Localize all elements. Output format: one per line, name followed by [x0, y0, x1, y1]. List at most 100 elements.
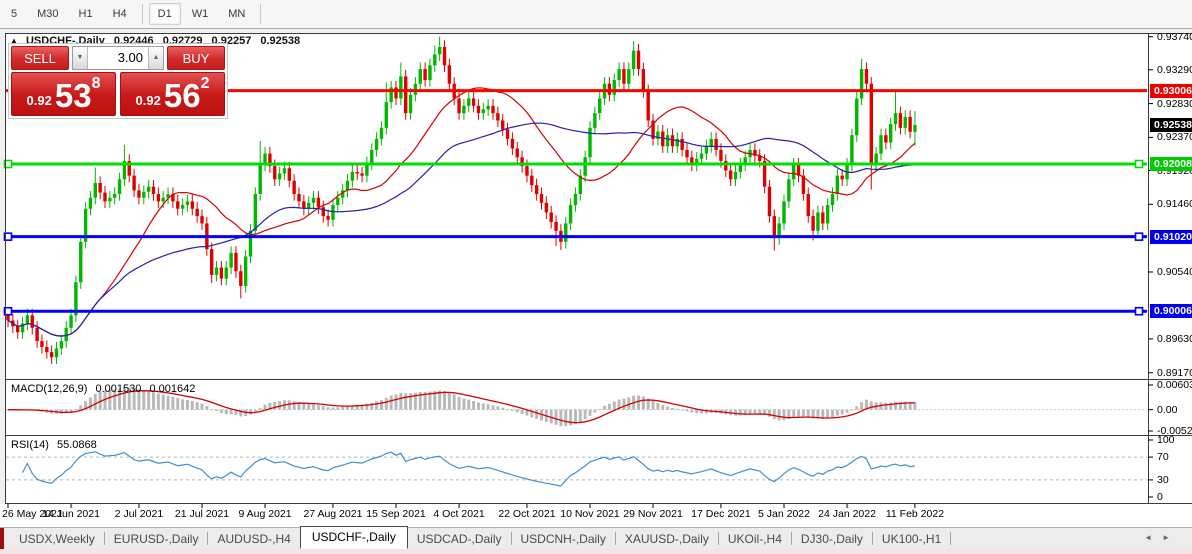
candle-body [835, 175, 840, 195]
candle-body [418, 69, 422, 84]
candle-body [821, 212, 825, 224]
candle-body [146, 186, 151, 192]
candle-body [879, 135, 883, 154]
rsi-panel-surface[interactable] [6, 436, 1148, 503]
chart-tab-eurusd-daily[interactable]: EURUSD-,Daily [105, 530, 208, 548]
candle-body [433, 54, 437, 66]
macd-bar [506, 409, 510, 410]
candle-body [117, 179, 122, 195]
price-badge-0.93006: 0.93006 [1150, 83, 1192, 98]
macd-bar [156, 393, 160, 410]
sell-button[interactable]: SELL [11, 46, 69, 70]
candle-body [142, 191, 146, 198]
macd-bar [171, 396, 175, 410]
chart-tab-usdcnh-daily[interactable]: USDCNH-,Daily [512, 530, 615, 548]
chart-tab-usdx-weekly[interactable]: USDX,Weekly [10, 530, 104, 548]
candle-body [816, 212, 820, 231]
buy-price-display[interactable]: 0.92 56 2 [120, 72, 225, 116]
buy-button[interactable]: BUY [167, 46, 225, 70]
chart-tab-xauusd-daily[interactable]: XAUUSD-,Daily [616, 530, 718, 548]
macd-bar [797, 409, 801, 417]
macd-bar [273, 401, 277, 410]
macd-bar [869, 401, 873, 410]
macd-bar [258, 408, 262, 410]
sell-price-display[interactable]: 0.92 53 8 [11, 72, 116, 116]
level-line-handle[interactable] [1134, 159, 1144, 169]
level-line-handle[interactable] [1134, 232, 1144, 241]
macd-bar [394, 394, 398, 410]
volume-input[interactable]: 3.00 [88, 47, 148, 69]
chart-tab-ukoil-h4[interactable]: UKOil-,H4 [719, 530, 791, 548]
timeframe-button-W1[interactable]: W1 [183, 3, 218, 25]
candle-body [243, 256, 248, 286]
macd-bar [510, 409, 514, 411]
macd-bar [889, 402, 893, 410]
timeframe-button-MN[interactable]: MN [219, 3, 254, 25]
price-tick-label: 0.92830 [1157, 97, 1192, 110]
candle-body [728, 170, 733, 180]
macd-bar [840, 409, 844, 415]
macd-bar [535, 409, 539, 419]
tab-scroll-right-icon[interactable]: ► [1162, 533, 1170, 542]
date-label: 4 Oct 2021 [433, 508, 485, 520]
macd-bar [399, 392, 403, 410]
macd-bar [520, 409, 524, 415]
buy-price-pip: 2 [200, 75, 210, 92]
candle-body [384, 102, 388, 128]
timeframe-button-H1[interactable]: H1 [70, 3, 102, 25]
candle-body [176, 201, 180, 209]
candle-body [258, 164, 262, 195]
price-tick-label: 0.90540 [1157, 265, 1192, 278]
macd-bar [88, 397, 92, 410]
macd-bar [462, 398, 466, 410]
chart-tab-usdcad-daily[interactable]: USDCAD-,Daily [408, 530, 511, 548]
timeframe-button-H4[interactable]: H4 [104, 3, 136, 25]
candle-body [277, 173, 282, 180]
macd-bar [69, 409, 73, 412]
tab-separator [950, 532, 952, 545]
date-label: 24 Jan 2022 [818, 508, 876, 520]
candle-body [331, 205, 335, 220]
macd-indicator-label: MACD(12,26,9) 0.001530 0.001642 [11, 383, 200, 395]
macd-bar [578, 409, 582, 422]
volume-decrease-button[interactable]: ▼ [73, 47, 88, 69]
macd-bar [181, 399, 185, 410]
candle-body [447, 65, 452, 84]
chart-tab-dj30-daily[interactable]: DJ30-,Daily [792, 530, 872, 548]
macd-bar [593, 409, 597, 413]
candle-body [573, 194, 578, 206]
macd-bar [734, 409, 737, 416]
macd-bar [457, 396, 461, 410]
macd-bar [346, 406, 349, 410]
candle-body [132, 175, 136, 191]
macd-name: MACD(12,26,9) [11, 383, 88, 395]
candle-body [850, 135, 854, 165]
tab-scroll-left-icon[interactable]: ◄ [1144, 533, 1152, 542]
timeframe-button-M30[interactable]: M30 [28, 3, 67, 25]
chart-tab-usdchf-daily[interactable]: USDCHF-,Daily [299, 526, 408, 549]
candle-body [510, 138, 515, 149]
timeframe-button-D1[interactable]: D1 [148, 3, 181, 25]
candle-body [273, 166, 277, 180]
macd-bar [738, 409, 742, 416]
candle-body [568, 205, 573, 224]
macd-bar [554, 409, 558, 425]
candle-body [428, 65, 432, 81]
candle-body [554, 221, 558, 231]
candle-body [292, 180, 296, 195]
candle-body [462, 105, 466, 114]
chart-tab-audusd-h4[interactable]: AUDUSD-,H4 [208, 530, 299, 548]
level-line-handle[interactable] [1134, 306, 1144, 316]
chart-tab-uk100-h1[interactable]: UK100-,H1 [873, 530, 950, 548]
price-badge-0.92008: 0.92008 [1150, 157, 1192, 172]
macd-bar [753, 409, 757, 414]
date-label: 2 Jul 2021 [114, 508, 164, 520]
macd-bar [74, 409, 78, 411]
chart-tab-bar: USDX,Weekly EURUSD-,Daily AUDUSD-,H4 USDCHF… [0, 526, 1192, 549]
timeframe-button-5[interactable]: 5 [2, 3, 26, 25]
volume-increase-button[interactable]: ▲ [148, 47, 163, 69]
macd-bar [205, 405, 209, 410]
macd-bar [384, 397, 388, 410]
candle-body [234, 252, 238, 272]
candle-body [855, 98, 859, 136]
